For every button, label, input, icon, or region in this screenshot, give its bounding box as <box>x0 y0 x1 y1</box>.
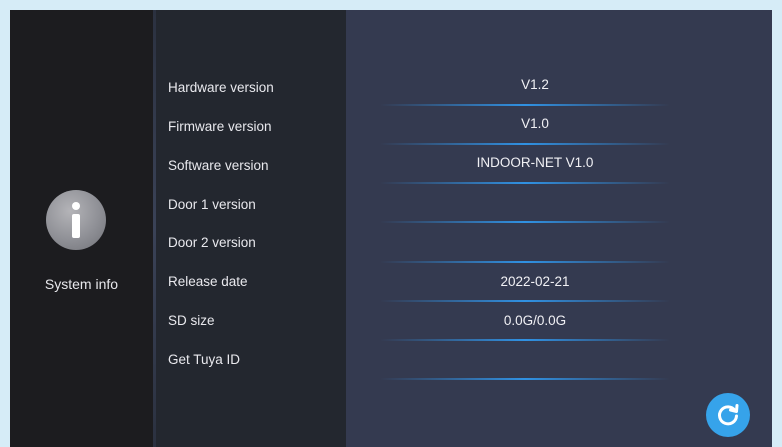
sd-size-value: 0.0G/0.0G <box>503 313 567 328</box>
release-date-label: Release date <box>168 274 248 289</box>
release-date-value: 2022-02-21 <box>500 274 570 289</box>
software-version-label: Software version <box>168 158 269 173</box>
get-tuya-id-label[interactable]: Get Tuya ID <box>168 352 240 367</box>
row-underline <box>380 221 670 223</box>
labels-panel <box>156 10 346 447</box>
sidebar: System info <box>10 10 153 447</box>
row-underline <box>380 339 670 341</box>
firmware-version-value: V1.0 <box>521 116 549 131</box>
row-underline <box>380 300 670 302</box>
row-underline <box>380 143 670 145</box>
row-underline <box>380 104 670 106</box>
hardware-version-value: V1.2 <box>521 77 549 92</box>
hardware-version-label: Hardware version <box>168 80 274 95</box>
screen: System info Hardware version Firmware ve… <box>10 10 772 447</box>
row-underline <box>380 261 670 263</box>
sd-size-label: SD size <box>168 313 215 328</box>
refresh-button[interactable] <box>706 393 750 437</box>
firmware-version-label: Firmware version <box>168 119 272 134</box>
sidebar-label: System info <box>44 276 119 292</box>
software-version-value: INDOOR-NET V1.0 <box>476 155 594 170</box>
values-panel <box>346 10 772 447</box>
door2-version-label: Door 2 version <box>168 235 256 250</box>
info-icon <box>46 190 106 250</box>
refresh-icon <box>718 404 739 426</box>
row-underline <box>380 378 670 380</box>
door1-version-label: Door 1 version <box>168 197 256 212</box>
row-underline <box>380 182 670 184</box>
